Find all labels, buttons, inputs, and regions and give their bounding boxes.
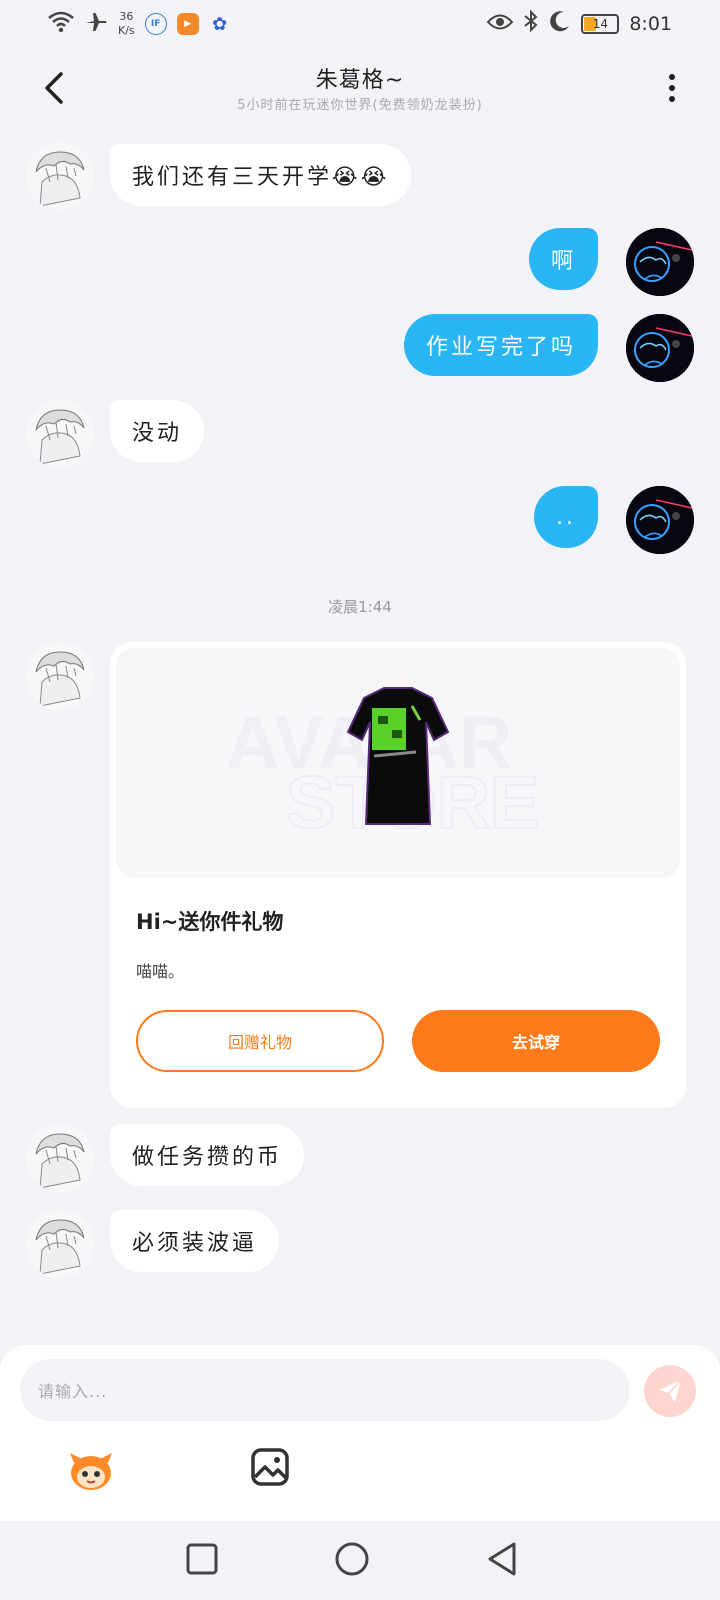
contact-avatar[interactable] <box>26 400 94 468</box>
message-bubble[interactable]: 作业写完了吗 <box>403 314 598 376</box>
message-bubble[interactable]: 啊 <box>528 228 598 290</box>
message-input[interactable]: 请输入... <box>20 1359 630 1421</box>
more-button[interactable] <box>660 70 684 106</box>
try-on-button[interactable]: 去试穿 <box>412 1010 660 1072</box>
image-icon <box>251 1448 289 1486</box>
gift-title: Hi~送你件礼物 <box>136 910 284 934</box>
recents-button[interactable] <box>182 1539 222 1579</box>
message-timestamp: 凌晨1:44 <box>328 598 392 616</box>
net-speed-value: 36 <box>119 10 134 23</box>
gift-image[interactable]: AVATAR STORE <box>116 648 680 878</box>
my-avatar[interactable] <box>626 228 694 296</box>
image-button[interactable] <box>250 1447 290 1487</box>
contact-avatar[interactable] <box>26 142 94 210</box>
circle-nav-icon <box>335 1542 369 1576</box>
battery-indicator: 14 <box>581 13 620 34</box>
bluetooth-icon <box>523 9 539 37</box>
airplane-icon <box>84 10 108 38</box>
gift-description: 喵喵。 <box>136 962 185 981</box>
system-nav-bar <box>0 1521 720 1600</box>
baidu-app-icon: ✿ <box>212 13 228 35</box>
wifi-icon <box>48 11 74 37</box>
message-bubble[interactable]: 做任务攒的币 <box>110 1124 305 1186</box>
clock: 8:01 <box>629 12 672 35</box>
contact-avatar[interactable] <box>26 642 94 710</box>
more-icon <box>669 74 675 80</box>
my-avatar[interactable] <box>626 314 694 382</box>
contact-name: 朱葛格~ <box>315 68 405 93</box>
status-bar: 36 K/s IF ▶ ✿ 14 8:01 <box>0 0 720 48</box>
square-nav-icon <box>186 1543 218 1575</box>
mascot-button[interactable] <box>66 1449 116 1493</box>
network-speed: 36 K/s <box>118 10 135 38</box>
message-bubble[interactable]: 没动 <box>110 400 205 462</box>
eye-icon <box>486 12 514 36</box>
contact-avatar[interactable] <box>26 1210 94 1278</box>
chat-header: 朱葛格~ 5小时前在玩迷你世界(免费领奶龙装扮) <box>0 48 720 130</box>
return-gift-button[interactable]: 回赠礼物 <box>136 1010 384 1072</box>
message-list[interactable]: 我们还有三天开学😭😭 啊 作业写完了吗 没动 .. 凌晨1:44 AVATAR … <box>0 130 720 1345</box>
video-app-icon: ▶ <box>176 13 199 35</box>
back-nav-icon <box>488 1542 516 1576</box>
contact-status: 5小时前在玩迷你世界(免费领奶龙装扮) <box>237 98 483 113</box>
send-icon <box>659 1379 682 1402</box>
send-button[interactable] <box>644 1365 696 1417</box>
my-avatar[interactable] <box>626 486 694 554</box>
compose-panel: 请输入... <box>0 1345 720 1521</box>
home-button[interactable] <box>332 1539 372 1579</box>
nav-back-button[interactable] <box>482 1539 522 1579</box>
message-bubble[interactable]: 我们还有三天开学😭😭 <box>110 144 412 206</box>
contact-avatar[interactable] <box>26 1124 94 1192</box>
mascot-icon <box>70 1453 112 1490</box>
ifly-app-icon: IF <box>144 13 167 35</box>
battery-level: 14 <box>592 16 608 31</box>
message-bubble[interactable]: 必须装波逼 <box>110 1210 280 1272</box>
net-speed-unit: K/s <box>118 24 135 37</box>
moon-icon <box>549 10 571 37</box>
gift-card[interactable]: AVATAR STORE Hi~送你件礼物 喵喵。 回赠礼物 去试穿 <box>110 642 686 1108</box>
message-bubble[interactable]: .. <box>534 486 598 548</box>
